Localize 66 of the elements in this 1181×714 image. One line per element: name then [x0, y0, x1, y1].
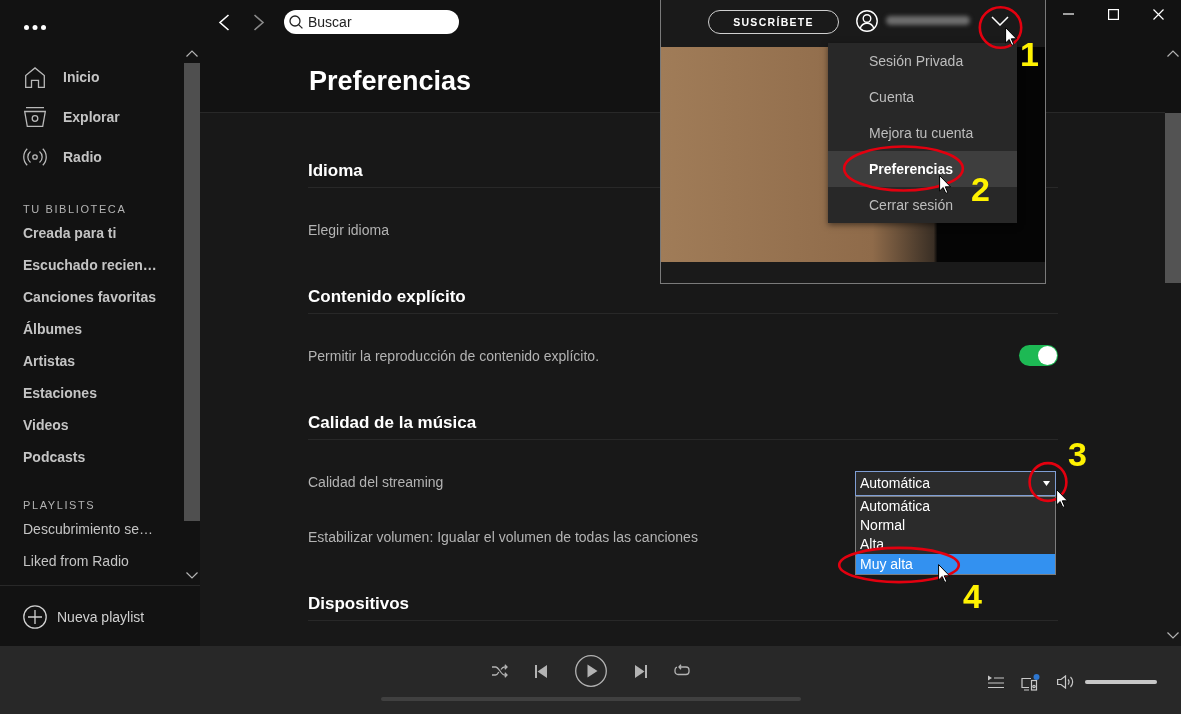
nav-item[interactable]: Inicio — [23, 57, 174, 97]
play-button[interactable] — [574, 655, 607, 687]
cursor-icon — [938, 564, 950, 583]
chevron-down-icon[interactable] — [991, 16, 1009, 26]
close-icon[interactable] — [1153, 8, 1164, 20]
home-icon — [25, 66, 45, 88]
scroll-up-icon[interactable] — [186, 50, 198, 57]
cursor-icon — [1005, 27, 1017, 46]
cursor-icon — [939, 175, 951, 194]
menu-item[interactable]: Sesión Privada — [869, 51, 964, 71]
library-item[interactable]: Álbumes — [23, 313, 83, 345]
annotation-number: 3 — [1068, 437, 1087, 471]
search-field[interactable]: Buscar — [284, 10, 459, 34]
library-item[interactable]: Artistas — [23, 345, 76, 377]
nav-item[interactable]: Explorar — [23, 97, 174, 137]
scroll-down-icon[interactable] — [1167, 632, 1179, 639]
library-item[interactable]: Estaciones — [23, 377, 97, 409]
caret-icon — [1043, 480, 1050, 486]
library-item[interactable]: Videos — [23, 409, 69, 441]
previous-track-icon[interactable] — [534, 664, 547, 678]
broadcast-icon — [23, 148, 47, 166]
setting-label: Calidad del streaming — [308, 473, 444, 490]
menu-item[interactable]: Cuenta — [869, 87, 915, 107]
scrollbar-thumb[interactable] — [1165, 113, 1181, 283]
scroll-down-icon[interactable] — [186, 572, 198, 579]
scroll-up-icon[interactable] — [1167, 50, 1179, 57]
page-title: Preferencias — [309, 65, 472, 98]
playlist-item[interactable]: Descubrimiento se… — [23, 513, 153, 545]
queue-icon[interactable] — [988, 675, 1004, 689]
new-playlist-button[interactable]: Nueva playlist — [23, 605, 145, 629]
more-options-icon[interactable] — [24, 25, 46, 30]
nav-item[interactable]: Radio — [23, 137, 174, 177]
streaming-quality-select[interactable]: Automática — [855, 470, 1056, 496]
next-track-icon[interactable] — [634, 664, 647, 678]
menu-item[interactable]: Cerrar sesión — [869, 195, 954, 215]
setting-label: Permitir la reproducción de contenido explícito. — [308, 347, 600, 364]
dropdown-option[interactable]: Normal — [856, 515, 1055, 535]
library-item[interactable]: Creada para ti — [23, 217, 117, 249]
library-item[interactable]: Podcasts — [23, 441, 86, 473]
dropdown-option[interactable]: Automática — [856, 496, 1055, 516]
highlight-ellipse — [978, 5, 1023, 50]
devices-icon[interactable] — [1021, 673, 1040, 691]
scrollbar-thumb[interactable] — [184, 63, 200, 521]
toggle-switch[interactable] — [1019, 345, 1058, 366]
setting-label: Elegir idioma — [308, 221, 389, 238]
library-item[interactable]: Canciones favoritas — [23, 281, 157, 313]
box-with-circle-icon — [24, 107, 46, 127]
annotation-number: 4 — [963, 579, 982, 613]
section-heading: Calidad de la música — [308, 406, 1058, 440]
shuffle-icon[interactable] — [491, 664, 508, 678]
library-item[interactable]: Escuchado recien… — [23, 249, 157, 281]
playlist-item[interactable]: Liked from Radio — [23, 545, 129, 577]
maximize-icon[interactable] — [1108, 8, 1119, 20]
search-icon — [289, 15, 303, 29]
highlight-ellipse — [1028, 461, 1068, 503]
volume-slider[interactable] — [1085, 680, 1157, 684]
annotation-number: 1 — [1020, 37, 1039, 71]
setting-label: Estabilizar volumen: Igualar el volumen de todas las canciones — [308, 528, 698, 545]
volume-icon[interactable] — [1057, 675, 1075, 689]
menu-item[interactable]: Mejora tu cuenta — [869, 123, 974, 143]
repeat-icon[interactable] — [673, 664, 690, 678]
plus-circle-icon — [23, 605, 47, 629]
library-heading: TU BIBLIOTECA — [23, 202, 127, 217]
cursor-icon — [1056, 489, 1068, 508]
playlists-heading: PLAYLISTS — [23, 498, 96, 513]
user-avatar-icon[interactable] — [856, 10, 878, 32]
